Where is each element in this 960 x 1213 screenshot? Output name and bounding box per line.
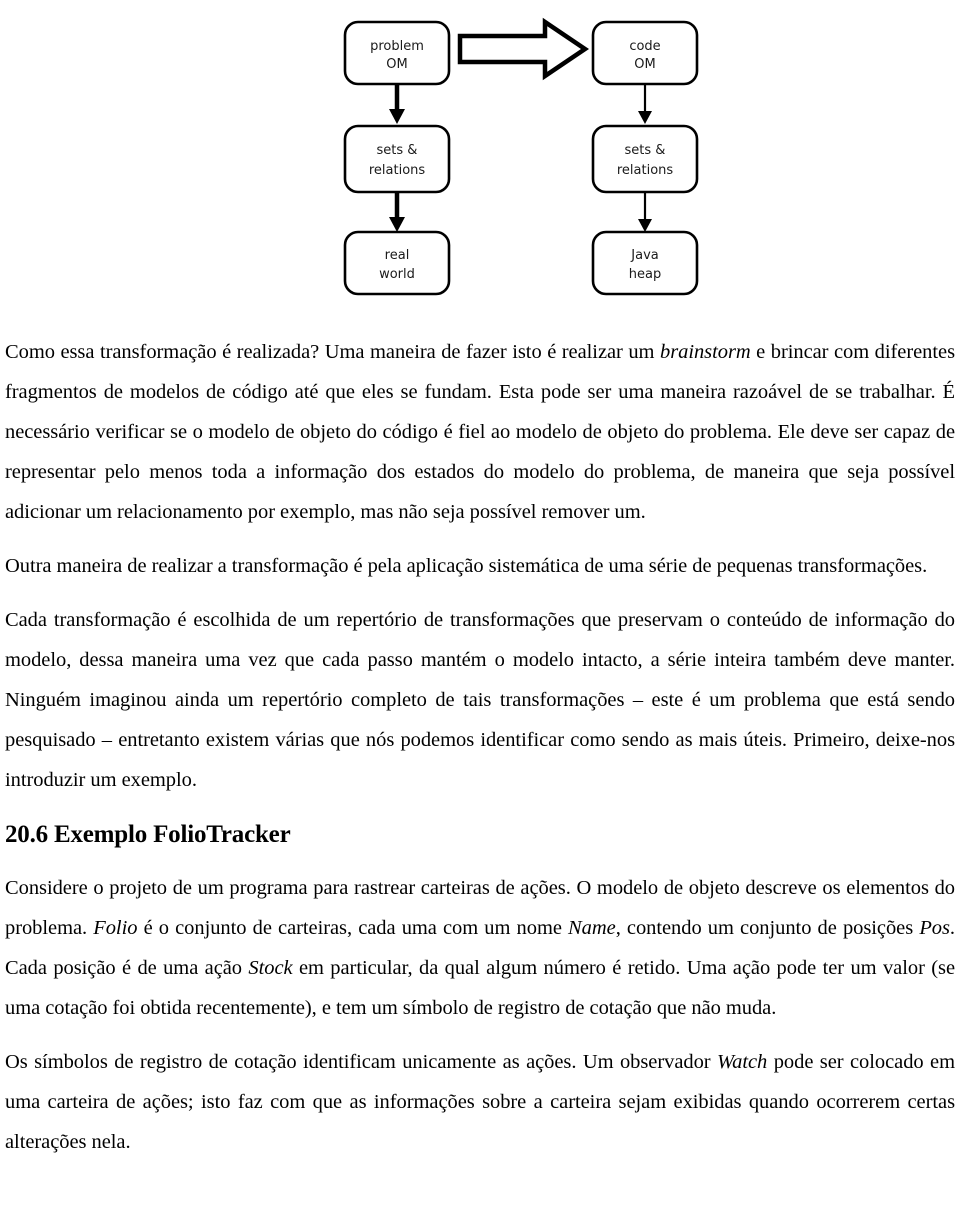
paragraph-cada-transformacao: Cada transformação é escolhida de um rep… <box>5 600 955 800</box>
right-sets-relations-box <box>591 124 699 194</box>
paragraph-considere-projeto: Considere o projeto de um programa para … <box>5 868 955 1028</box>
node-left-sets-relations: sets & relations <box>343 124 451 194</box>
transformation-block-arrow-icon <box>457 17 590 81</box>
arrow-sets-to-real-world <box>389 192 405 232</box>
object-model-transformation-diagram: problem OM sets & relations real world c… <box>40 16 960 316</box>
text-run: e brincar com diferentes fragmentos de m… <box>5 341 956 523</box>
emphasis-term: brainstorm <box>660 341 751 363</box>
emphasis-term: Pos <box>919 917 950 939</box>
emphasis-term: Stock <box>248 957 293 979</box>
paragraph-simbolos-registro: Os símbolos de registro de cotação ident… <box>5 1042 955 1162</box>
arrow-head <box>638 111 652 124</box>
left-sets-relations-box <box>343 124 451 194</box>
problem-om-label-line1: problem <box>370 39 424 54</box>
diagram-canvas: problem OM sets & relations real world c… <box>343 17 699 296</box>
arrow-head <box>389 109 405 124</box>
node-code-om: code OM <box>591 20 699 86</box>
text-run: , contendo um conjunto de posições <box>615 917 920 939</box>
paragraph-outra-maneira: Outra maneira de realizar a transformaçã… <box>5 546 955 586</box>
text-run: Como essa transformação é realizada? Uma… <box>5 341 660 363</box>
arrow-sets-to-java-heap <box>638 192 652 232</box>
emphasis-term: Folio <box>93 917 138 939</box>
node-problem-om: problem OM <box>343 20 451 86</box>
emphasis-term: Name <box>568 917 616 939</box>
text-run: Outra maneira de realizar a transformaçã… <box>5 555 928 577</box>
left-sets-label-line2: relations <box>369 163 426 178</box>
java-heap-label-line2: heap <box>629 267 661 282</box>
node-right-sets-relations: sets & relations <box>591 124 699 194</box>
problem-om-label-line2: OM <box>386 57 407 72</box>
paragraph-transformacao: Como essa transformação é realizada? Uma… <box>5 332 955 532</box>
java-heap-label-line1: Java <box>630 248 658 263</box>
code-om-label-line1: code <box>629 39 660 54</box>
node-java-heap: Java heap <box>591 230 699 296</box>
text-run: Os símbolos de registro de cotação ident… <box>5 1051 718 1073</box>
left-sets-label-line1: sets & <box>377 143 418 158</box>
document-body: Como essa transformação é realizada? Uma… <box>0 332 960 1162</box>
arrow-problem-to-sets <box>389 84 405 124</box>
real-world-label-line2: world <box>379 267 415 282</box>
arrow-head <box>638 219 652 232</box>
arrow-code-to-sets <box>638 84 652 124</box>
node-real-world: real world <box>343 230 451 296</box>
text-run: é o conjunto de carteiras, cada uma com … <box>137 917 569 939</box>
text-run: Cada transformação é escolhida de um rep… <box>5 609 955 791</box>
section-heading-folio-tracker: 20.6 Exemplo FolioTracker <box>5 821 291 848</box>
java-heap-box <box>591 230 699 296</box>
code-om-label-line2: OM <box>634 57 655 72</box>
real-world-label-line1: real <box>385 248 410 263</box>
real-world-box <box>343 230 451 296</box>
emphasis-term: Watch <box>717 1051 768 1073</box>
right-sets-label-line2: relations <box>617 163 674 178</box>
arrow-head <box>389 217 405 232</box>
right-sets-label-line1: sets & <box>625 143 666 158</box>
